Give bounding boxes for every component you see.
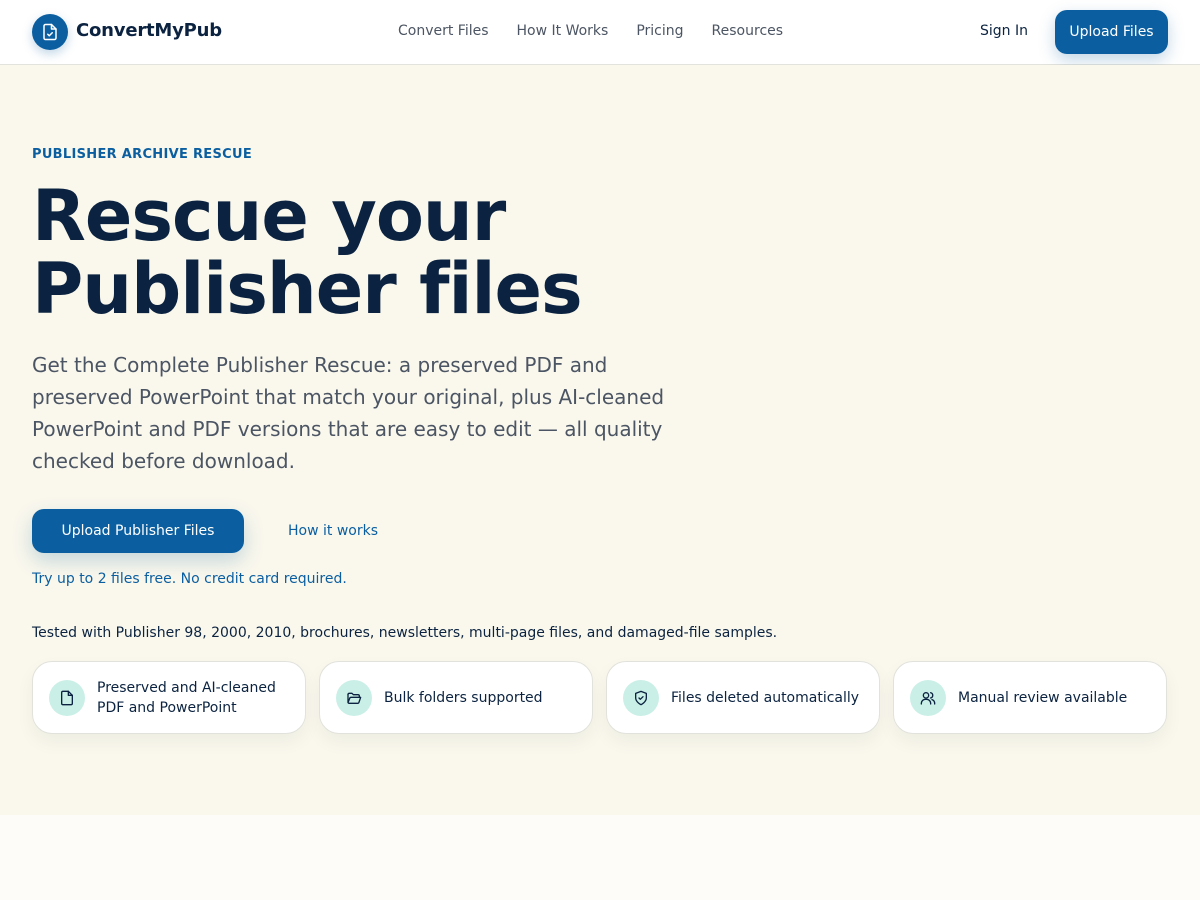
free-trial-note: Try up to 2 files free. No credit card r… [32, 571, 347, 587]
main-nav: Convert Files How It Works Pricing Resou… [398, 23, 783, 39]
feature-cards: Preserved and AI-cleaned PDF and PowerPo… [32, 661, 1167, 734]
hero-subtext: Get the Complete Publisher Rescue: a pre… [32, 353, 665, 473]
feature-label: Manual review available [958, 689, 1128, 706]
nav-pricing[interactable]: Pricing [636, 23, 683, 39]
feature-card: Bulk folders supported [319, 661, 593, 734]
file-icon [49, 679, 85, 716]
users-icon [910, 679, 946, 716]
feature-card: Files deleted automatically [606, 661, 880, 734]
sign-in-link[interactable]: Sign In [980, 23, 1028, 39]
nav-how-it-works[interactable]: How It Works [517, 23, 609, 39]
how-it-works-link[interactable]: How it works [288, 523, 378, 539]
feature-label: Preserved and AI-cleaned PDF and PowerPo… [97, 679, 276, 716]
feature-label: Bulk folders supported [384, 689, 543, 706]
shield-check-icon [623, 679, 659, 716]
hero-eyebrow: PUBLISHER ARCHIVE RESCUE [32, 147, 252, 162]
nav-resources[interactable]: Resources [712, 23, 784, 39]
site-header: ConvertMyPub Convert Files How It Works … [0, 0, 1200, 65]
upload-files-button[interactable]: Upload Files [1055, 10, 1168, 54]
hero-headline: Rescue your Publisher files [32, 175, 583, 330]
folder-open-icon [336, 679, 372, 716]
next-section [0, 815, 1200, 900]
feature-card: Preserved and AI-cleaned PDF and PowerPo… [32, 661, 306, 734]
upload-publisher-files-button[interactable]: Upload Publisher Files [32, 509, 244, 553]
feature-card: Manual review available [893, 661, 1167, 734]
feature-label: Files deleted automatically [671, 689, 860, 706]
file-refresh-icon[interactable] [32, 14, 68, 50]
nav-convert-files[interactable]: Convert Files [398, 23, 489, 39]
brand-name[interactable]: ConvertMyPub [76, 20, 222, 41]
tested-with-note: Tested with Publisher 98, 2000, 2010, br… [32, 625, 778, 641]
